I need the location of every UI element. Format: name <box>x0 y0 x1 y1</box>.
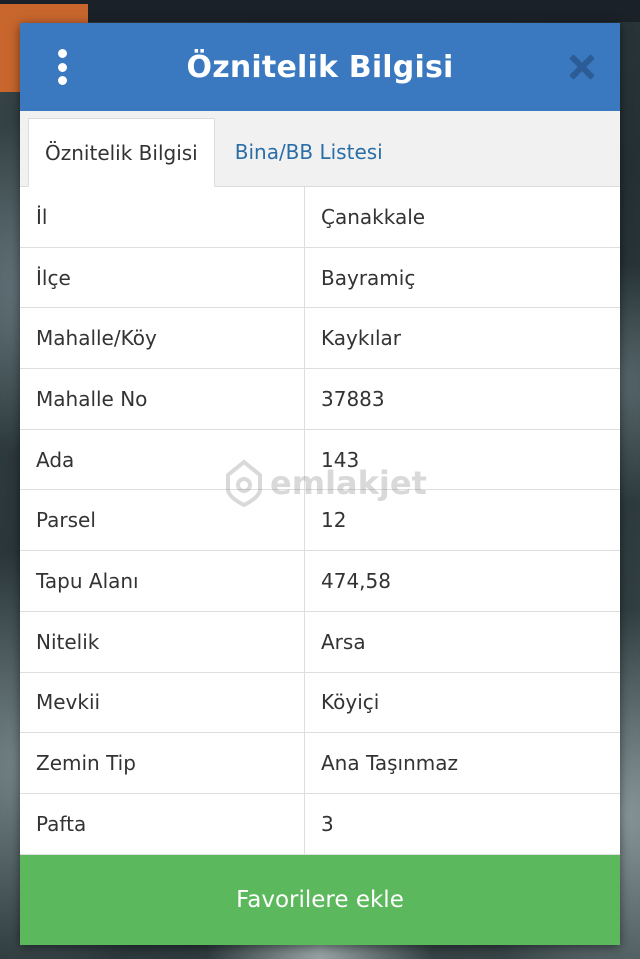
table-row: Zemin Tip Ana Taşınmaz <box>20 733 620 794</box>
modal-title: Öznitelik Bilgisi <box>186 49 454 85</box>
row-value: 12 <box>321 508 347 533</box>
row-value: 3 <box>321 811 334 836</box>
row-key: Tapu Alanı <box>20 551 305 611</box>
row-value: Ana Taşınmaz <box>321 751 459 776</box>
row-value: Bayramiç <box>321 265 416 290</box>
row-key: Pafta <box>20 793 305 854</box>
tab-attribute-info[interactable]: Öznitelik Bilgisi <box>28 118 215 187</box>
row-value: Köyiçi <box>321 690 380 715</box>
app-top-bar <box>0 0 640 22</box>
table-row: Nitelik Arsa <box>20 611 620 673</box>
close-icon[interactable] <box>568 53 596 81</box>
table-row: Tapu Alanı 474,58 <box>20 551 620 612</box>
row-key: İl <box>20 187 305 247</box>
table-row: Parsel 12 <box>20 490 620 552</box>
table-row: Pafta 3 <box>20 793 620 855</box>
tab-building-list[interactable]: Bina/BB Listesi <box>215 118 399 186</box>
row-key: Parsel <box>20 490 305 551</box>
row-key: Ada <box>20 429 305 490</box>
table-row: İl Çanakkale <box>20 187 620 248</box>
row-key: Nitelik <box>20 611 305 672</box>
table-row: Mahalle No 37883 <box>20 369 620 430</box>
row-value: Arsa <box>321 629 366 654</box>
row-key: Mahalle/Köy <box>20 308 305 369</box>
row-key: Zemin Tip <box>20 733 305 793</box>
table-row: Mevkii Köyiçi <box>20 672 620 734</box>
row-value: 474,58 <box>321 568 391 593</box>
row-key: Mevkii <box>20 672 305 733</box>
attribute-table: İl Çanakkale İlçe Bayramiç Mahalle/Köy K… <box>20 187 620 855</box>
row-key: İlçe <box>20 247 305 308</box>
tab-bar: Öznitelik Bilgisi Bina/BB Listesi <box>20 111 620 187</box>
row-value: 143 <box>321 447 360 472</box>
kebab-menu-icon[interactable] <box>50 49 74 85</box>
table-row: Mahalle/Köy Kaykılar <box>20 308 620 370</box>
attribute-info-modal: Öznitelik Bilgisi Öznitelik Bilgisi Bina… <box>20 23 620 945</box>
table-row: İlçe Bayramiç <box>20 247 620 309</box>
row-value: Çanakkale <box>321 204 426 229</box>
row-value: 37883 <box>321 386 385 411</box>
modal-header: Öznitelik Bilgisi <box>20 23 620 111</box>
row-key: Mahalle No <box>20 369 305 429</box>
table-row: Ada 143 <box>20 429 620 491</box>
add-to-favorites-button[interactable]: Favorilere ekle <box>20 855 620 945</box>
row-value: Kaykılar <box>321 326 402 351</box>
